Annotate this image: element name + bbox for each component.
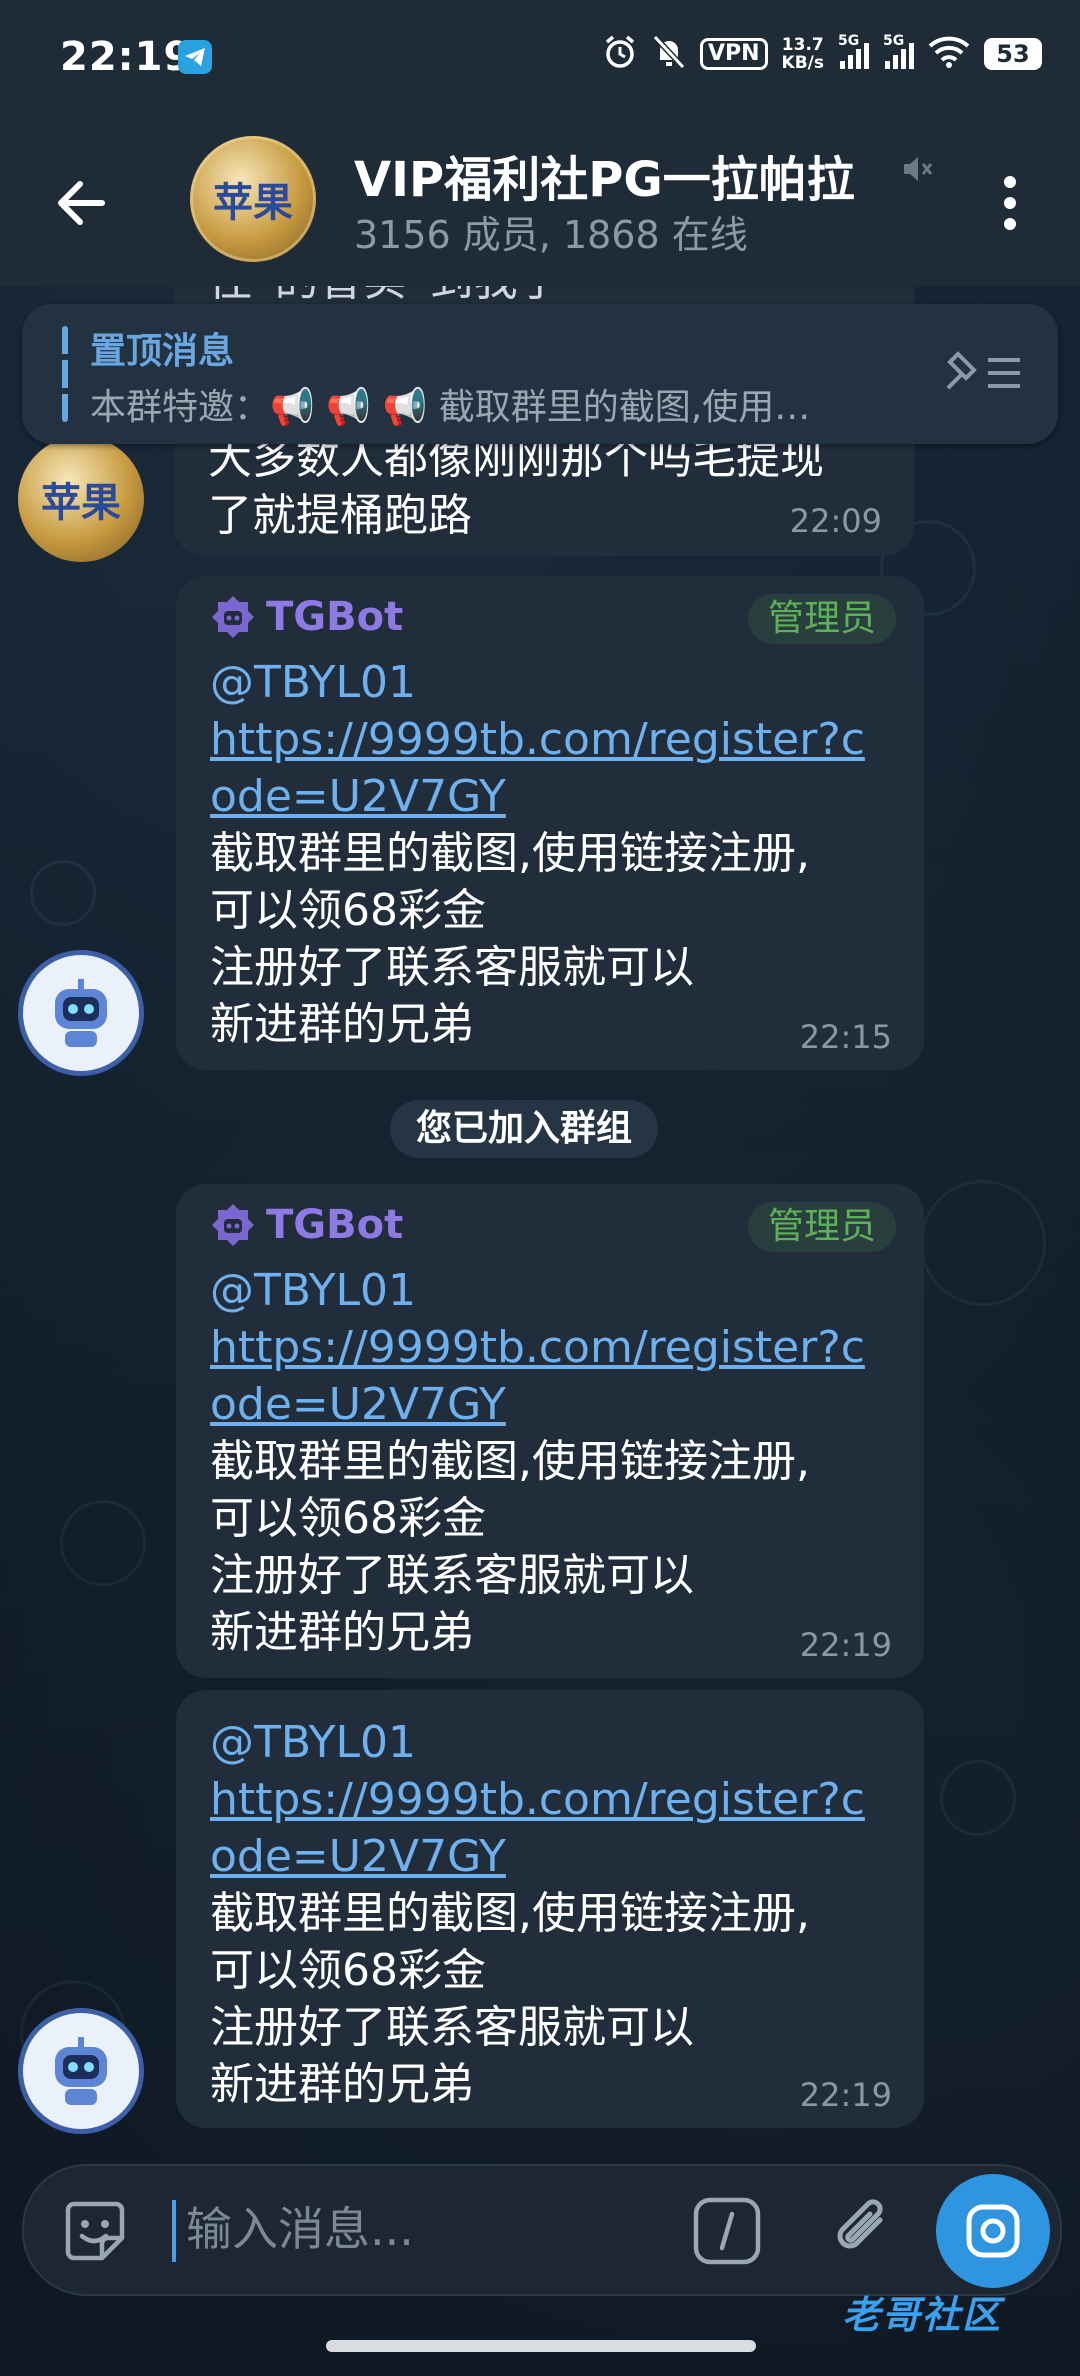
telegram-notification-icon: [178, 40, 212, 74]
more-menu-button[interactable]: [990, 168, 1030, 238]
mention-link[interactable]: @TBYL01: [210, 1714, 416, 1771]
chat-title[interactable]: VIP福利社PG一拉帕拉: [354, 140, 894, 210]
back-arrow-icon: [58, 181, 105, 225]
message-text: 截取群里的截图,使用链接注册,: [210, 1436, 810, 1487]
pinned-indicator: [62, 326, 68, 422]
mention-link[interactable]: @TBYL01: [210, 1262, 416, 1319]
url-link[interactable]: https://9999tb.com/register?c: [210, 1319, 865, 1376]
mention-link[interactable]: @TBYL01: [210, 654, 416, 711]
message-input[interactable]: [184, 2192, 668, 2266]
message-text: 可以领68彩金: [210, 885, 486, 936]
user-avatar[interactable]: 苹果: [18, 436, 144, 562]
paperclip-icon: [837, 2199, 883, 2249]
robot-icon: [55, 979, 107, 1047]
status-time: 22:19: [60, 34, 193, 80]
bot-avatar[interactable]: [18, 2008, 144, 2134]
more-vertical-icon: [1004, 176, 1016, 230]
battery-indicator: 53: [984, 38, 1042, 70]
attach-button[interactable]: [824, 2190, 904, 2274]
message-composer: [22, 2164, 1062, 2296]
message-bubble[interactable]: TGBot 管理员 @TBYL01 https://9999tb.com/reg…: [176, 1184, 924, 1678]
url-link[interactable]: ode=U2V7GY: [210, 1376, 506, 1433]
url-link[interactable]: ode=U2V7GY: [210, 1828, 506, 1885]
status-bar: 22:19 VPN 13.7 KB/s 5G 5G 53: [0, 0, 1080, 116]
message-text: 新进群的兄弟: [210, 1607, 474, 1658]
signal-1-icon: 5G: [838, 33, 869, 69]
message-bubble[interactable]: TGBot 管理员 @TBYL01 https://9999tb.com/reg…: [176, 576, 924, 1070]
muted-icon: [900, 152, 934, 190]
message-time: 22:19: [799, 1626, 892, 1664]
url-link[interactable]: https://9999tb.com/register?c: [210, 1771, 865, 1828]
slash-command-icon: [693, 2197, 761, 2265]
watermark-logo: 老哥社区: [842, 2293, 1003, 2337]
message-text: 注册好了联系客服就可以: [210, 942, 694, 993]
message-text: 截取群里的截图,使用链接注册,: [210, 1888, 810, 1939]
message-text: 截取群里的截图,使用链接注册,: [210, 828, 810, 879]
member-count: 3156 成员, 1868 在线: [354, 213, 748, 257]
text-cursor: [172, 2200, 176, 2262]
pinned-message-bar[interactable]: 置顶消息 本群特邀：📢 📢 📢 截取群里的截图,使用…: [22, 304, 1058, 444]
message-text: 新进群的兄弟: [210, 999, 474, 1050]
mute-bell-icon: [652, 34, 686, 74]
pinned-list-button[interactable]: [944, 348, 1024, 402]
url-link[interactable]: https://9999tb.com/register?c: [210, 711, 865, 768]
home-indicator[interactable]: [326, 2340, 756, 2352]
message-text: 注册好了联系客服就可以: [210, 2002, 694, 2053]
message-time: 22:09: [789, 502, 882, 540]
bot-badge-icon: [212, 1204, 254, 1246]
sticker-button[interactable]: [60, 2196, 130, 2270]
alarm-icon: [602, 34, 638, 74]
sticker-icon: [65, 2201, 125, 2261]
sender-name[interactable]: TGBot: [210, 1202, 403, 1248]
group-avatar[interactable]: 苹果: [190, 136, 316, 262]
message-bubble[interactable]: @TBYL01 https://9999tb.com/register?c od…: [176, 1690, 924, 2128]
chat-header: 苹果 VIP福利社PG一拉帕拉 3156 成员, 1868 在线: [0, 116, 1080, 286]
bot-commands-button[interactable]: [692, 2196, 762, 2270]
bot-badge-icon: [212, 596, 254, 638]
signal-2-icon: 5G: [883, 33, 914, 69]
message-time: 22:15: [799, 1018, 892, 1056]
message-text: 注册好了联系客服就可以: [210, 1550, 694, 1601]
message-text: 可以领68彩金: [210, 1493, 486, 1544]
pinned-text: 本群特邀：📢 📢 📢 截取群里的截图,使用…: [90, 387, 811, 428]
vpn-badge: VPN: [699, 38, 768, 70]
message-text: 新进群的兄弟: [210, 2059, 474, 2110]
message-time: 22:19: [799, 2076, 892, 2114]
pinned-title: 置顶消息: [90, 331, 235, 372]
sender-name[interactable]: TGBot: [210, 594, 403, 640]
admin-badge: 管理员: [747, 594, 896, 644]
camera-button[interactable]: [936, 2174, 1050, 2288]
bot-avatar[interactable]: [18, 950, 144, 1076]
pin-list-icon: [946, 351, 1020, 390]
wifi-icon: [928, 36, 970, 72]
url-link[interactable]: ode=U2V7GY: [210, 768, 506, 825]
back-button[interactable]: [50, 170, 116, 236]
robot-icon: [55, 2037, 107, 2105]
net-speed: 13.7 KB/s: [781, 35, 824, 73]
message-text: 了就提桶跑路: [208, 490, 472, 541]
admin-badge: 管理员: [747, 1202, 896, 1252]
joined-group-notice: 您已加入群组: [390, 1100, 659, 1158]
camera-icon: [966, 2204, 1020, 2258]
message-text: 可以领68彩金: [210, 1945, 486, 1996]
